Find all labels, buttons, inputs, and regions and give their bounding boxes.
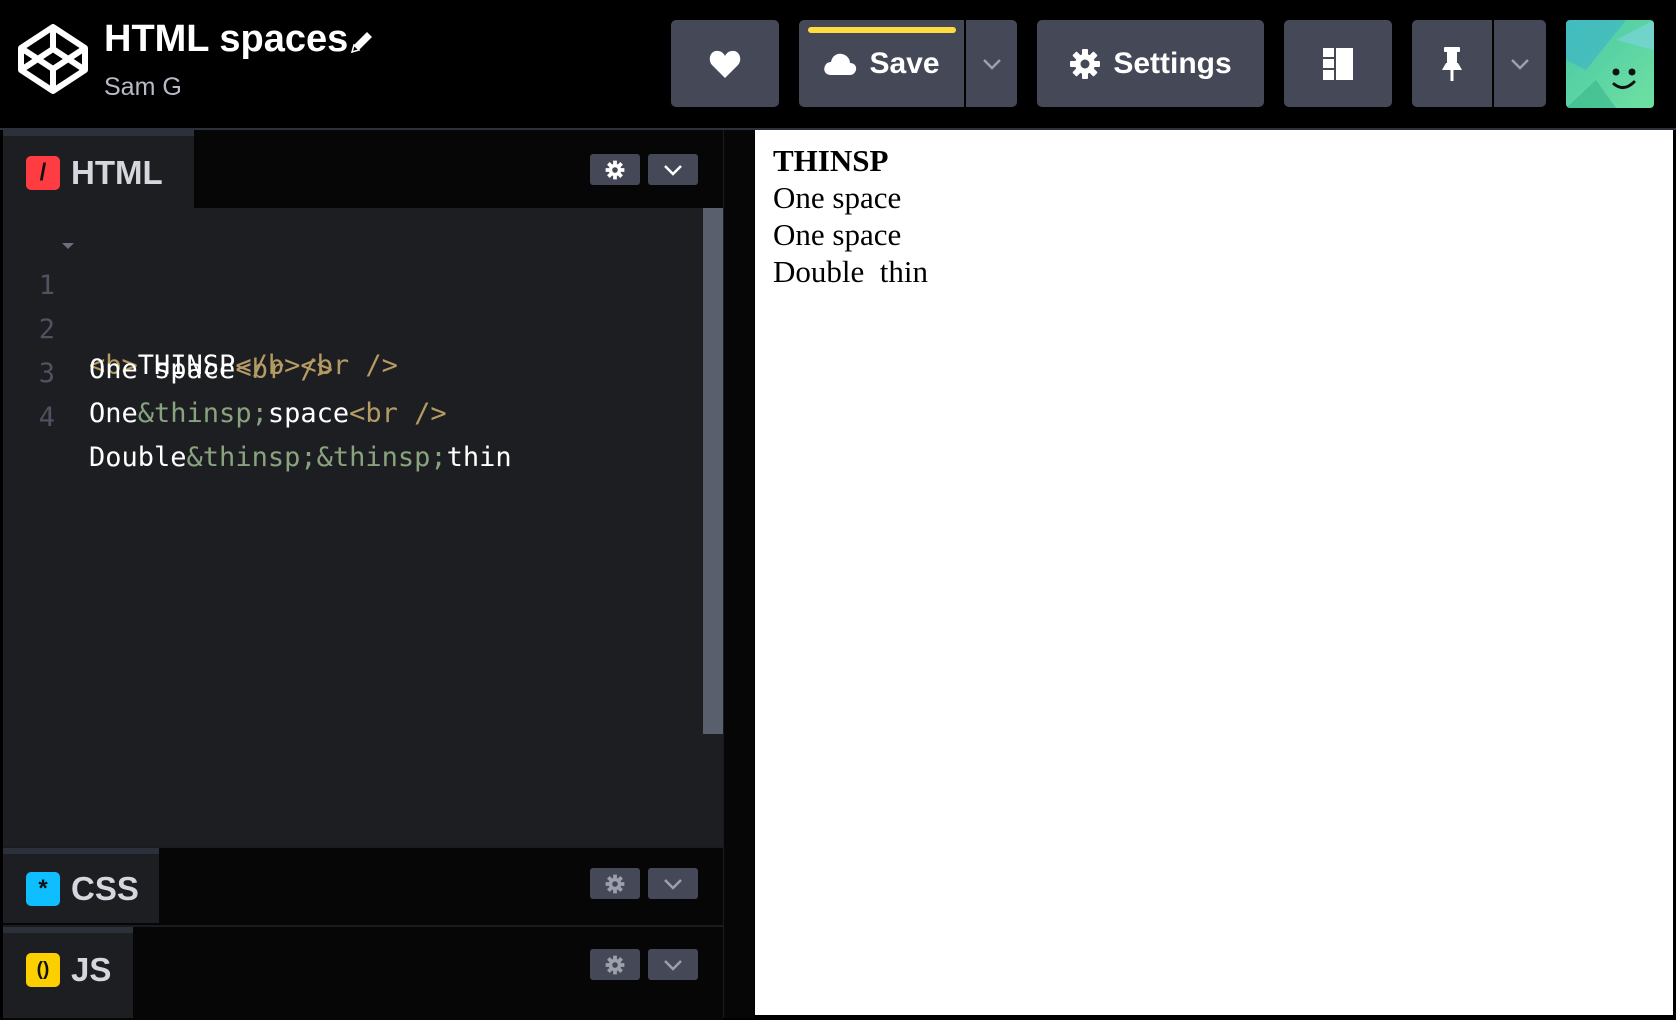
css-tab-label: CSS: [71, 870, 139, 907]
preview-line: One space: [773, 217, 902, 252]
settings-label: Settings: [1113, 46, 1232, 80]
unsaved-indicator: [808, 27, 956, 33]
pin-options-button[interactable]: [1494, 20, 1546, 107]
layout-columns-icon: [1323, 47, 1353, 80]
chevron-down-icon: [664, 959, 682, 971]
code-token: thin: [446, 442, 512, 473]
code-line: 2 One space<br />: [3, 270, 333, 385]
love-button[interactable]: [671, 20, 779, 107]
code-token: space: [267, 398, 350, 429]
heart-icon: [709, 50, 741, 78]
code-token: Double: [89, 442, 187, 473]
js-expand-button[interactable]: [648, 949, 698, 980]
gear-icon: [605, 160, 625, 179]
code-token: <br />: [349, 398, 447, 429]
editor-scrollbar-thumb[interactable]: [703, 208, 723, 734]
css-settings-button[interactable]: [590, 868, 640, 899]
code-token: <br />: [235, 354, 333, 385]
preview-pane: THINSP One space One space Double thin: [755, 130, 1673, 1015]
html-collapse-button[interactable]: [648, 154, 698, 185]
js-icon-glyph: (): [36, 959, 50, 980]
html-tab-label: HTML: [71, 154, 163, 191]
preview-heading: THINSP: [773, 143, 889, 178]
code-token: One space: [89, 354, 236, 385]
code-token: &thinsp;: [137, 398, 268, 429]
user-avatar[interactable]: [1566, 20, 1654, 108]
avatar-face-icon: [1566, 20, 1654, 108]
html-logo-icon: /: [26, 156, 60, 190]
preview-content: THINSP One space One space Double thin: [773, 142, 928, 290]
html-editor-header: / HTML: [3, 130, 723, 208]
author-name[interactable]: Sam G: [104, 73, 182, 102]
preview-line: One space: [773, 180, 902, 215]
pencil-icon[interactable]: [346, 26, 378, 58]
preview-line: Double thin: [773, 254, 928, 289]
code-token: &thinsp;&thinsp;: [186, 442, 447, 473]
change-view-button[interactable]: [1284, 20, 1392, 107]
tab-css[interactable]: * CSS: [3, 848, 159, 923]
top-bar: HTML spaces Sam G Save Settings: [0, 0, 1676, 129]
html-code-editor[interactable]: 1 <b>THINSP</b><br /> 2 One space<br /> …: [3, 208, 723, 868]
js-logo-icon: (): [26, 953, 60, 987]
code-line: 4 Double&thinsp;&thinsp;thin: [3, 358, 512, 473]
line-number: 4: [38, 402, 55, 433]
chevron-down-icon: [664, 164, 682, 176]
pen-title[interactable]: HTML spaces: [104, 18, 348, 61]
fold-arrow-icon[interactable]: [62, 243, 74, 249]
code-content: One&thinsp;space<br />: [89, 394, 447, 434]
js-settings-button[interactable]: [590, 949, 640, 980]
gear-icon: [605, 874, 625, 893]
codepen-cube-icon[interactable]: [16, 22, 90, 96]
css-icon-glyph: *: [38, 875, 48, 902]
code-line: 1 <b>THINSP</b><br />: [3, 226, 398, 381]
pin-button[interactable]: [1412, 20, 1492, 107]
code-content: Double&thinsp;&thinsp;thin: [89, 438, 512, 478]
html-icon-glyph: /: [39, 159, 47, 186]
code-line: 3 One&thinsp;space<br />: [3, 314, 447, 429]
gear-icon: [1070, 48, 1101, 79]
css-logo-icon: *: [26, 872, 60, 906]
chevron-down-icon: [982, 58, 1001, 70]
chevron-down-icon: [1511, 58, 1529, 70]
save-button[interactable]: Save: [799, 20, 964, 107]
pin-icon: [1442, 46, 1462, 81]
settings-button[interactable]: Settings: [1037, 20, 1264, 107]
cloud-icon: [824, 53, 857, 75]
js-tab-label: JS: [71, 951, 112, 988]
html-settings-button[interactable]: [590, 154, 640, 185]
js-editor-header: () JS: [3, 925, 723, 1020]
css-expand-button[interactable]: [648, 868, 698, 899]
tab-js[interactable]: () JS: [3, 927, 133, 1018]
chevron-down-icon: [664, 878, 682, 890]
gear-icon: [605, 955, 625, 974]
save-options-button[interactable]: [966, 20, 1017, 107]
resize-handle[interactable]: [723, 130, 754, 1018]
tab-html[interactable]: / HTML: [3, 130, 194, 208]
code-content: One space<br />: [89, 350, 333, 390]
save-label: Save: [869, 46, 940, 80]
editor-column: / HTML 1 <b>THINSP</b><br /> 2 One space…: [3, 130, 723, 1020]
css-editor-header: * CSS: [3, 846, 723, 925]
